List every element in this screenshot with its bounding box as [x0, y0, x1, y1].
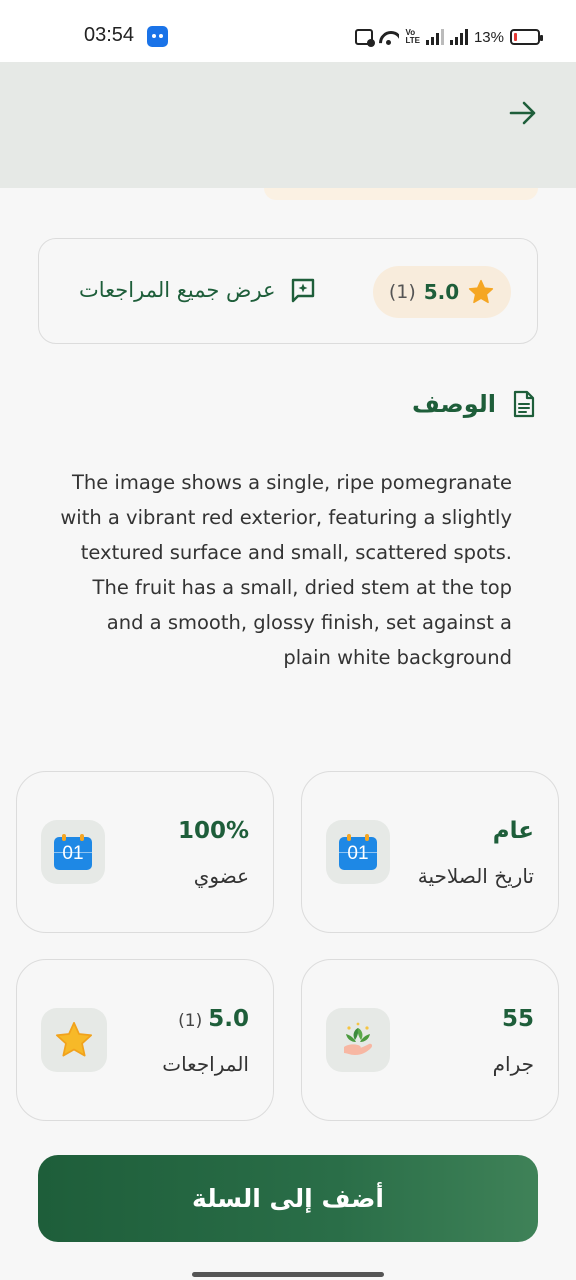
status-time: 03:54: [84, 24, 135, 46]
calendar-icon: 01: [339, 834, 377, 870]
battery-icon: [510, 29, 543, 45]
rating-score: 5.0: [423, 280, 460, 304]
expiry-icon-box: 01: [326, 820, 390, 884]
expiry-label: تاريخ الصلاحية: [417, 864, 534, 888]
weight-value: 55: [501, 1006, 534, 1032]
weight-label: جرام: [492, 1052, 534, 1076]
document-icon: [513, 390, 535, 418]
review-message-icon: [291, 278, 314, 303]
star-icon: [55, 1021, 93, 1057]
volte-icon: Vo LTE: [405, 28, 420, 45]
view-all-reviews-label: عرض جميع المراجعات: [79, 278, 276, 302]
organic-card: 100% عضوي 01: [16, 771, 274, 933]
app-bar: [0, 62, 576, 188]
back-button[interactable]: [508, 98, 538, 128]
wifi-icon: [379, 29, 399, 45]
organic-value: 100%: [177, 818, 249, 844]
expiry-card: عام تاريخ الصلاحية 01: [301, 771, 559, 933]
organic-icon-box: 01: [41, 820, 105, 884]
price-panel-edge: [264, 188, 538, 200]
arrow-right-icon: [509, 101, 536, 125]
signal-icon: [449, 29, 468, 45]
calendar-icon: 01: [54, 834, 92, 870]
status-bar: 03:54 Vo LTE 13%: [0, 0, 576, 62]
reviews-value: (1) 5.0: [178, 1006, 249, 1032]
review-count: (1): [388, 281, 416, 303]
weight-icon-box: [326, 1008, 390, 1072]
organic-label: عضوي: [193, 864, 249, 888]
description-title: الوصف: [411, 390, 496, 418]
home-indicator[interactable]: [192, 1272, 384, 1277]
battery-percent: 13%: [473, 28, 504, 46]
description-text: The image shows a single, ripe pomegrana…: [60, 471, 512, 669]
card-icon: [355, 29, 376, 47]
reviews-count: (1): [178, 1011, 203, 1031]
status-icons: Vo LTE 13%: [355, 26, 543, 48]
weight-card: 55 جرام: [301, 959, 559, 1121]
rating-pill[interactable]: (1) 5.0: [373, 266, 511, 318]
description-heading: الوصف: [412, 390, 536, 418]
reviews-summary-card: عرض جميع المراجعات (1) 5.0: [38, 238, 538, 344]
app-notification-icon: [147, 26, 168, 47]
reviews-score: 5.0: [208, 1006, 249, 1032]
view-all-reviews-link[interactable]: عرض جميع المراجعات: [79, 277, 316, 303]
reviews-label: المراجعات: [162, 1052, 249, 1076]
signal-icon: [425, 29, 444, 45]
star-icon: [469, 279, 494, 304]
reviews-card[interactable]: (1) 5.0 المراجعات: [16, 959, 274, 1121]
plant-in-hand-icon: [344, 1022, 373, 1055]
battery-level: [514, 33, 517, 41]
expiry-value: عام: [492, 818, 534, 844]
add-to-cart-button[interactable]: أضف إلى السلة: [38, 1155, 538, 1242]
reviews-icon-box: [41, 1008, 107, 1072]
